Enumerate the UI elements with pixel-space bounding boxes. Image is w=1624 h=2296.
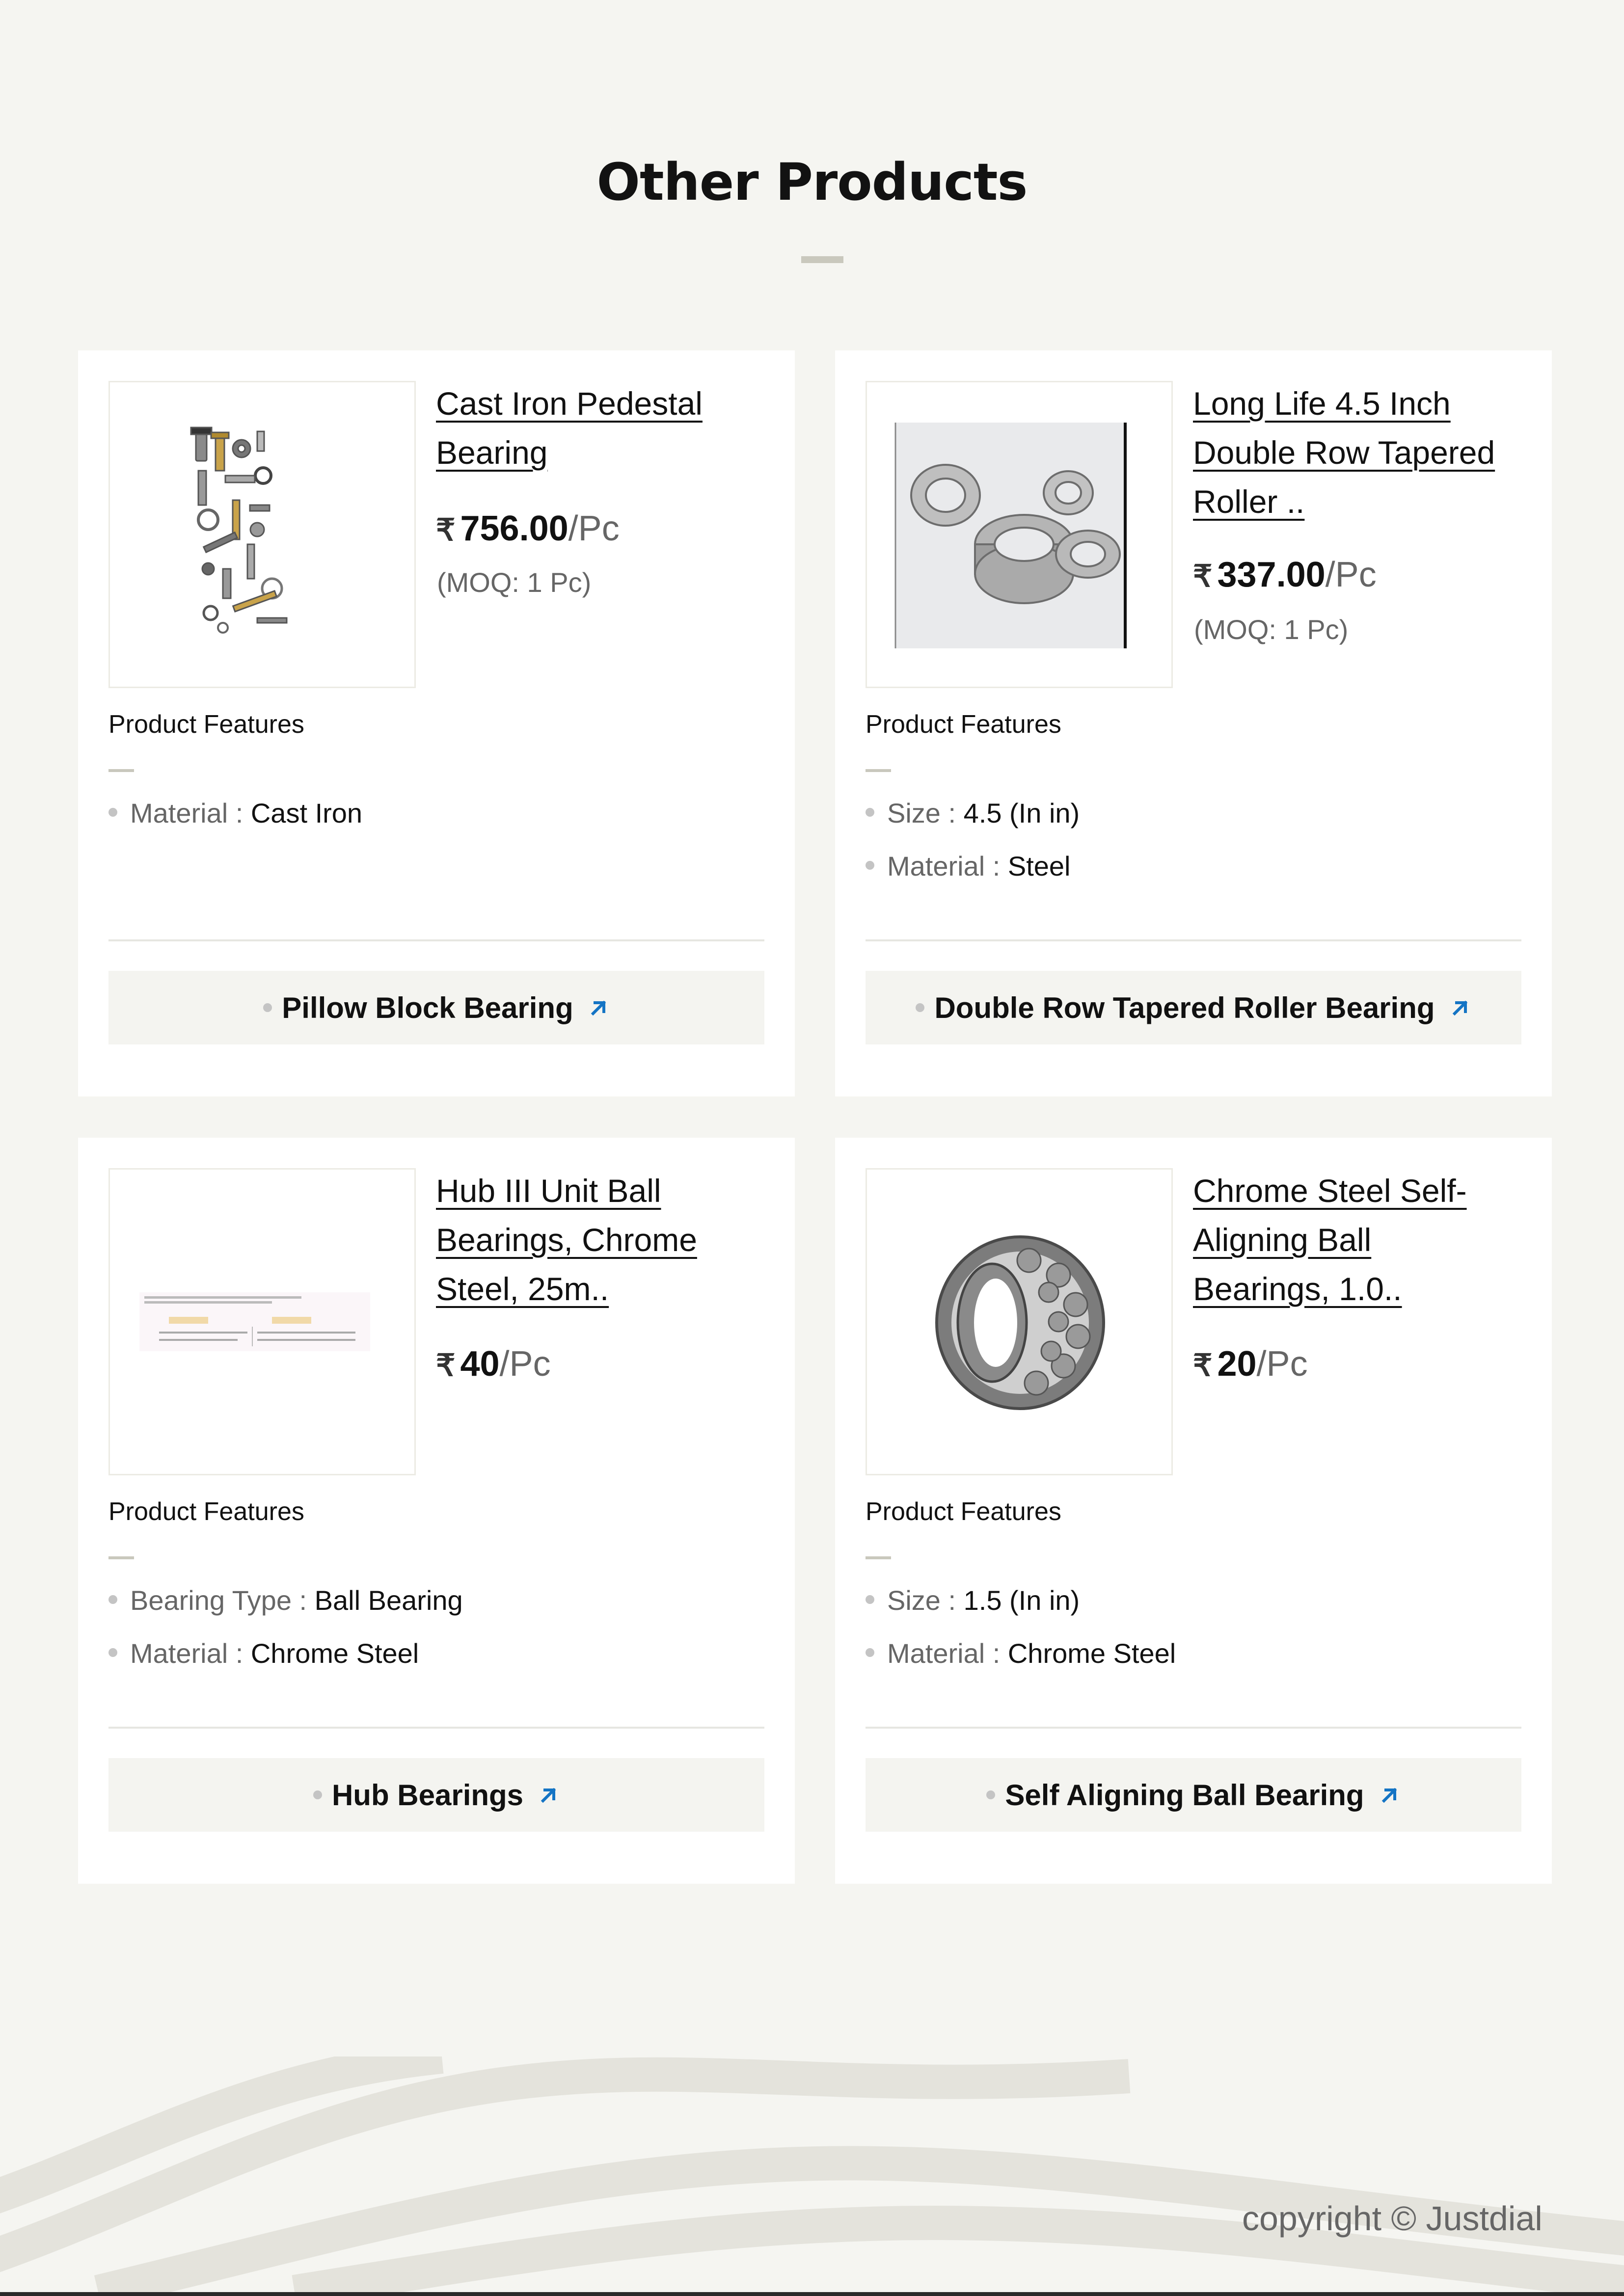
moq-text: (MOQ: 1 Pc) xyxy=(1194,614,1349,645)
bullet-icon xyxy=(866,861,874,870)
bullet-icon xyxy=(108,1595,117,1604)
arrow-up-right-icon xyxy=(1452,1000,1467,1016)
price-unit: /Pc xyxy=(568,509,620,548)
rupee-icon: ₹ xyxy=(1193,1349,1213,1383)
bullet-icon xyxy=(866,808,874,817)
bottom-bar xyxy=(0,2292,1624,2296)
category-label: Double Row Tapered Roller Bearing xyxy=(934,991,1435,1024)
features-heading: Product Features xyxy=(866,710,1061,739)
features-heading: Product Features xyxy=(108,710,304,739)
rupee-icon: ₹ xyxy=(1193,560,1213,593)
copyright-text: copyright © Justdial xyxy=(1242,2199,1543,2238)
bullet-icon xyxy=(263,1003,272,1012)
bullet-icon xyxy=(108,1648,117,1657)
product-name-link[interactable]: Long Life 4.5 Inch Double Row Tapered Ro… xyxy=(1193,379,1507,526)
price: ₹756.00/Pc xyxy=(436,507,620,553)
product-card: Long Life 4.5 Inch Double Row Tapered Ro… xyxy=(835,350,1552,1096)
moq-text: (MOQ: 1 Pc) xyxy=(437,567,592,598)
category-button[interactable]: Hub Bearings xyxy=(108,1758,764,1832)
card-divider xyxy=(108,939,764,941)
bullet-icon xyxy=(916,1003,925,1012)
title-underline xyxy=(801,256,843,263)
price-amount: 337.00 xyxy=(1217,555,1326,594)
page-title: Other Products xyxy=(596,152,1028,212)
bullet-icon xyxy=(866,1648,874,1657)
tapered-roller-bearings-image xyxy=(894,423,1127,648)
product-name-link[interactable]: Cast Iron Pedestal Bearing xyxy=(436,379,750,477)
feature-item: Material : Steel xyxy=(866,850,1071,882)
feature-item: Bearing Type : Ball Bearing xyxy=(108,1584,463,1616)
category-label: Pillow Block Bearing xyxy=(282,991,573,1024)
product-image[interactable] xyxy=(866,1168,1173,1475)
product-card: Hub III Unit Ball Bearings, Chrome Steel… xyxy=(78,1138,795,1884)
bullet-icon xyxy=(986,1790,996,1799)
category-label: Hub Bearings xyxy=(331,1778,524,1812)
price-unit: /Pc xyxy=(499,1344,551,1384)
footer-wave-decoration xyxy=(0,2056,1624,2292)
card-divider xyxy=(866,939,1521,941)
price-unit: /Pc xyxy=(1256,1344,1308,1384)
nuts-and-bolts-image xyxy=(190,427,288,634)
card-divider xyxy=(108,1727,764,1729)
product-card: Cast Iron Pedestal Bearing ₹756.00/Pc (M… xyxy=(78,350,795,1096)
arrow-up-right-icon xyxy=(591,1000,606,1016)
features-rule xyxy=(866,769,891,772)
feature-item: Material : Cast Iron xyxy=(108,797,362,829)
product-card: Chrome Steel Self-Aligning Ball Bearings… xyxy=(835,1138,1552,1884)
product-image[interactable] xyxy=(866,381,1173,688)
price-amount: 756.00 xyxy=(460,509,568,548)
self-aligning-ball-bearing-image xyxy=(935,1235,1105,1410)
category-button[interactable]: Pillow Block Bearing xyxy=(108,971,764,1044)
product-image[interactable] xyxy=(108,381,416,688)
rupee-icon: ₹ xyxy=(436,1349,456,1383)
bullet-icon xyxy=(108,808,117,817)
features-rule xyxy=(108,1556,134,1559)
category-button[interactable]: Double Row Tapered Roller Bearing xyxy=(866,971,1521,1044)
features-rule xyxy=(108,769,134,772)
bullet-icon xyxy=(866,1595,874,1604)
feature-item: Material : Chrome Steel xyxy=(866,1637,1176,1669)
product-image[interactable] xyxy=(108,1168,416,1475)
category-button[interactable]: Self Aligning Ball Bearing xyxy=(866,1758,1521,1832)
price: ₹337.00/Pc xyxy=(1193,553,1377,599)
price-amount: 20 xyxy=(1217,1344,1257,1384)
feature-item: Size : 1.5 (In in) xyxy=(866,1584,1080,1616)
bullet-icon xyxy=(313,1790,322,1799)
price: ₹20/Pc xyxy=(1193,1342,1308,1388)
specification-table-image xyxy=(139,1292,370,1351)
features-heading: Product Features xyxy=(866,1497,1061,1526)
card-divider xyxy=(866,1727,1521,1729)
feature-item: Material : Chrome Steel xyxy=(108,1637,419,1669)
feature-item: Size : 4.5 (In in) xyxy=(866,797,1080,829)
category-label: Self Aligning Ball Bearing xyxy=(1005,1778,1364,1812)
arrow-up-right-icon xyxy=(1381,1788,1397,1803)
price-amount: 40 xyxy=(460,1344,500,1384)
product-name-link[interactable]: Hub III Unit Ball Bearings, Chrome Steel… xyxy=(436,1166,750,1313)
arrow-up-right-icon xyxy=(541,1788,556,1803)
product-name-link[interactable]: Chrome Steel Self-Aligning Ball Bearings… xyxy=(1193,1166,1507,1313)
features-rule xyxy=(866,1556,891,1559)
features-heading: Product Features xyxy=(108,1497,304,1526)
rupee-icon: ₹ xyxy=(436,513,456,547)
price-unit: /Pc xyxy=(1325,555,1377,594)
price: ₹40/Pc xyxy=(436,1342,551,1388)
